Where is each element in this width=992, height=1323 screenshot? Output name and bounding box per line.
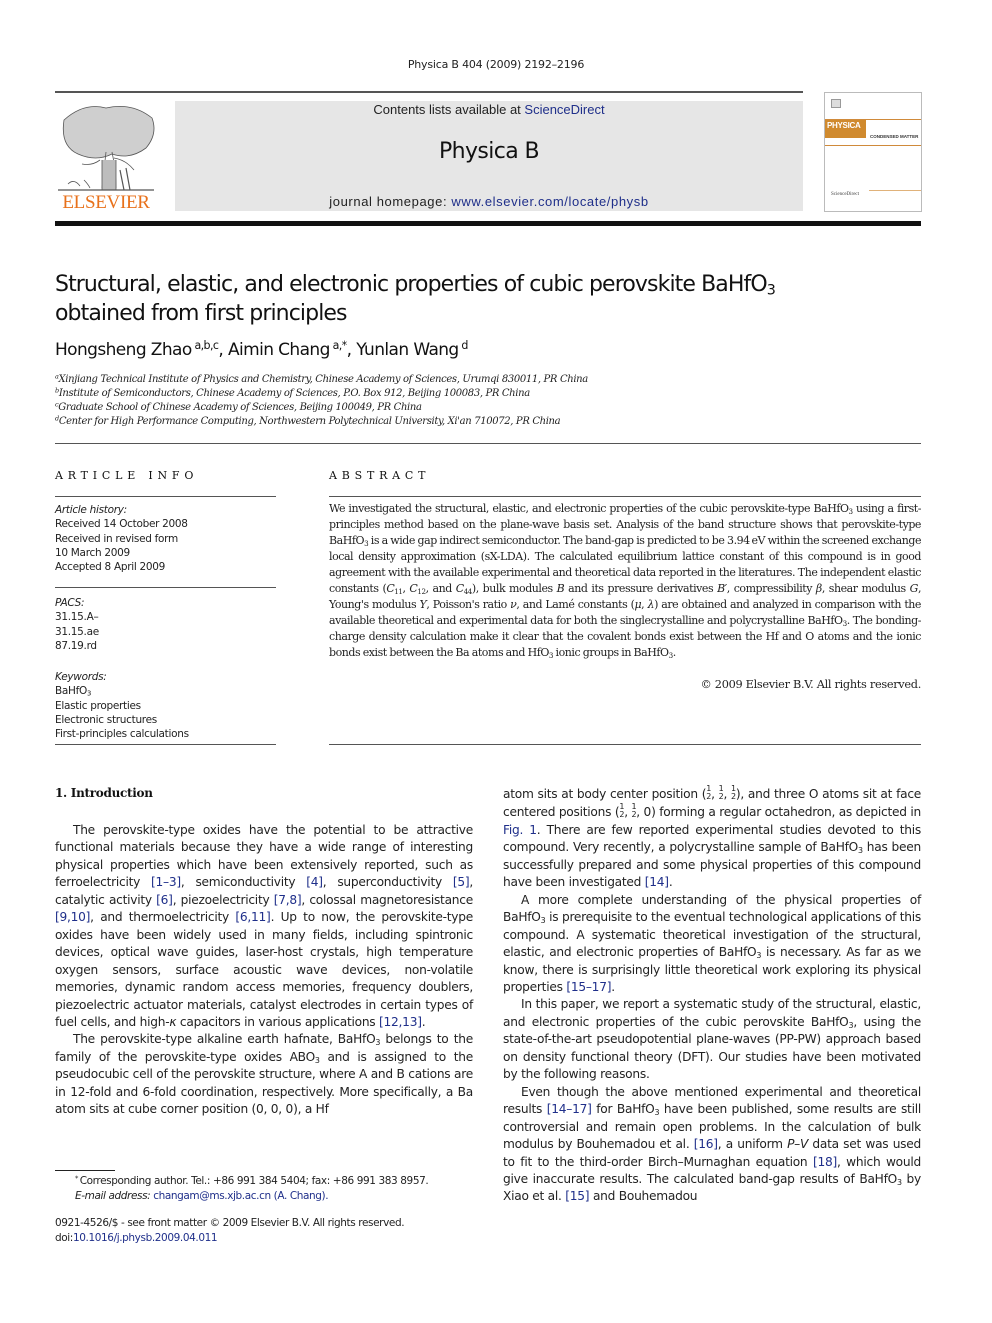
reference-link[interactable]: [15] [565,1189,589,1203]
cover-divider [825,145,921,146]
cover-subtitle: CONDENSED MATTER [870,134,919,139]
cover-logo-icon [831,99,841,108]
article-history: Article history: Received 14 October 200… [55,503,188,574]
journal-cover-thumbnail: PHYSICA CONDENSED MATTER ScienceDirect [824,92,922,212]
body-column-left: The perovskite-type oxides have the pote… [55,822,473,1119]
reference-link[interactable]: [5] [453,875,470,889]
corresponding-author-footnote: * Corresponding author. Tel.: +86 991 38… [75,1174,429,1202]
affiliation-item: cGraduate School of Chinese Academy of S… [55,400,422,413]
section-heading-introduction: 1. Introduction [55,786,153,800]
keyword-item: Electronic structures [55,713,157,726]
homepage-prefix: journal homepage: [329,194,452,209]
reference-link[interactable]: [9,10] [55,910,90,924]
issn-copyright: 0921-4526/$ - see front matter © 2009 El… [55,1217,405,1229]
homepage-link[interactable]: www.elsevier.com/locate/physb [451,194,648,209]
keyword-item: BaHfO3 [55,685,92,698]
affiliation-list: aXinjiang Technical Institute of Physics… [55,373,588,429]
article-info-divider [55,744,276,745]
author-affiliation-mark[interactable]: a,* [333,339,348,352]
pacs-codes: PACS: 31.15.A– 31.15.ae 87.19.rd [55,596,99,653]
paragraph: Even though the above mentioned experime… [503,1084,922,1204]
author-name: Yunlan Wang [356,340,459,360]
email-label: E-mail address: [75,1189,154,1202]
history-label: Article history: [55,504,127,516]
contents-prefix: Contents lists available at [373,102,525,117]
affiliation-item: aXinjiang Technical Institute of Physics… [55,372,588,385]
journal-citation: Physica B 404 (2009) 2192–2196 [407,58,585,71]
article-info-divider [55,496,276,497]
affiliation-item: bInstitute of Semiconductors, Chinese Ac… [55,386,530,399]
abstract-copyright: © 2009 Elsevier B.V. All rights reserved… [700,678,922,691]
history-item: Accepted 8 April 2009 [55,561,166,574]
elsevier-wordmark: ELSEVIER [62,192,150,213]
author-name: Aimin Chang [227,340,330,360]
reference-link[interactable]: [15–17] [566,980,611,994]
reference-link[interactable]: [6] [156,893,173,907]
body-column-right: atom sits at body center position (1 2, 1… [503,785,921,1206]
keyword-item: First-principles calculations [55,728,189,741]
reference-link[interactable]: [1–3] [151,875,181,889]
journal-homepage: journal homepage: www.elsevier.com/locat… [175,194,803,209]
reference-link[interactable]: [14] [645,875,669,889]
reference-link[interactable]: [14–17] [547,1102,592,1116]
cover-publisher: ScienceDirect [831,192,860,197]
title-line-1: Structural, elastic, and electronic prop… [55,272,768,297]
footnote-divider [55,1170,115,1171]
pacs-item: 31.15.A– [55,611,99,624]
author-name: Hongsheng Zhao [55,340,192,360]
reference-link[interactable]: [18] [813,1155,837,1169]
article-info-divider [55,587,276,588]
cover-title: PHYSICA [825,120,866,138]
article-info-heading: ARTICLE INFO [55,469,199,482]
reference-link[interactable]: [4] [306,875,323,889]
reference-link[interactable]: [6,11] [235,910,270,924]
doi-label: doi: [55,1231,73,1244]
paragraph: In this paper, we report a systematic st… [503,997,922,1082]
doi-link[interactable]: 10.1016/j.physb.2009.04.011 [73,1232,218,1244]
keyword-item: Elastic properties [55,699,141,712]
reference-link[interactable]: Fig. 1 [503,823,537,837]
abstract-heading: ABSTRACT [329,469,431,482]
abstract-divider [329,496,921,497]
keywords-label: Keywords: [55,671,107,683]
reference-link[interactable]: [7,8] [274,893,302,907]
reference-link[interactable]: [12,13] [379,1015,422,1029]
author-list: Hongsheng Zhao a,b,c, Aimin Chang a,*, Y… [55,338,468,360]
front-matter-info: 0921-4526/$ - see front matter © 2009 El… [55,1216,405,1245]
paragraph: A more complete understanding of the phy… [503,892,921,994]
cover-divider [869,190,921,191]
reference-link[interactable]: [16] [694,1137,718,1151]
header-thick-divider [55,221,921,226]
header-divider [55,91,803,93]
history-item: Received 14 October 2008 [55,518,188,531]
abstract-text: We investigated the structural, elastic,… [329,502,921,660]
history-item: Received in revised form [55,532,178,545]
paragraph: The perovskite-type alkaline earth hafna… [55,1032,473,1117]
contents-availability: Contents lists available at ScienceDirec… [175,102,803,117]
email-link[interactable]: changam@ms.xjb.ac.cn (A. Chang). [153,1190,328,1202]
title-line-2: obtained from first principles [55,301,348,326]
author-affiliation-mark[interactable]: a,b,c [194,339,218,352]
abstract-divider [329,744,921,745]
pacs-label: PACS: [55,597,85,609]
article-title: Structural, elastic, and electronic prop… [55,270,915,328]
keywords: Keywords: BaHfO3 Elastic properties Elec… [55,670,189,741]
abstract-body: We investigated the structural, elastic,… [329,501,921,661]
paragraph: The perovskite-type oxides have the pote… [55,823,473,1029]
author-affiliation-mark[interactable]: d [461,339,468,352]
pacs-item: 87.19.rd [55,639,97,652]
section-divider [55,443,921,444]
history-item: 10 March 2009 [55,546,130,559]
journal-name: Physica B [438,139,540,164]
corresponding-author-text: Corresponding author. Tel.: +86 991 384 … [79,1175,429,1187]
paragraph: atom sits at body center position (1 2, 1… [503,784,922,890]
affiliation-item: dCenter for High Performance Computing, … [55,414,561,427]
pacs-item: 31.15.ae [55,625,99,638]
title-subscript: 3 [766,282,776,299]
sciencedirect-link[interactable]: ScienceDirect [524,102,604,117]
